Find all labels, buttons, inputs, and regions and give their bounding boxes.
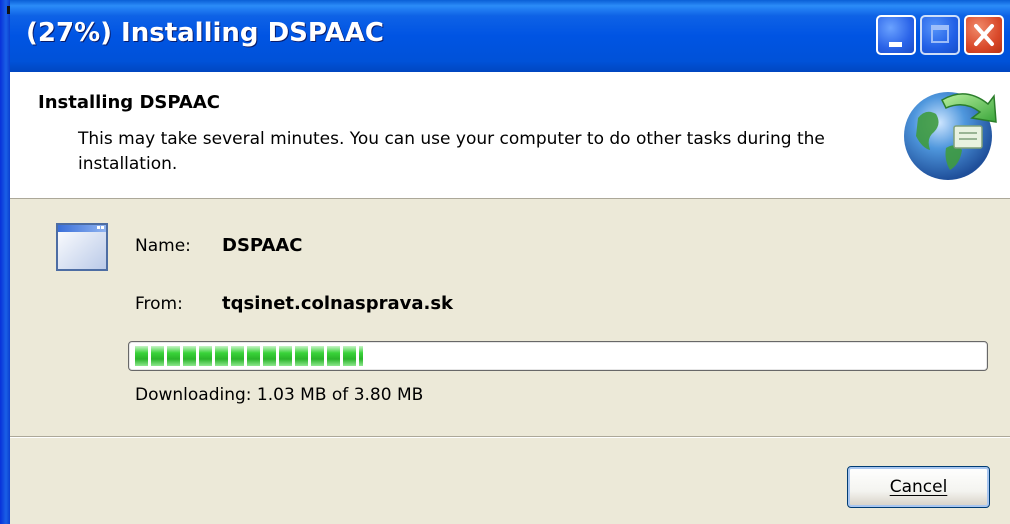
installer-window: (27%) Installing DSPAAC Installing DSPAA… [0, 0, 1010, 524]
cancel-button-label: Cancel [889, 477, 948, 497]
header-description: This may take several minutes. You can u… [78, 129, 825, 174]
cancel-button[interactable]: Cancel [847, 466, 990, 508]
application-window-icon [56, 223, 108, 271]
window-title: (27%) Installing DSPAAC [26, 18, 384, 48]
from-value: tqsinet.colnasprava.sk [222, 293, 454, 314]
minimize-button[interactable] [876, 15, 916, 55]
maximize-icon [931, 25, 949, 43]
from-label: From: [135, 294, 183, 314]
close-icon [974, 24, 994, 46]
name-label: Name: [135, 236, 191, 256]
globe-install-icon [904, 92, 997, 180]
name-value: DSPAAC [222, 235, 303, 256]
maximize-button [920, 15, 960, 55]
window-frame-left [0, 0, 10, 524]
minimize-icon [889, 42, 902, 47]
download-progress-bar [128, 341, 988, 371]
title-bar[interactable]: (27%) Installing DSPAAC [10, 0, 1010, 72]
footer-divider [10, 436, 1010, 438]
header-title: Installing DSPAAC [38, 92, 220, 113]
progress-fill [135, 346, 363, 366]
dialog-header: Installing DSPAAC This may take several … [10, 72, 1010, 199]
download-status: Downloading: 1.03 MB of 3.80 MB [135, 385, 424, 405]
close-button[interactable] [964, 15, 1004, 55]
